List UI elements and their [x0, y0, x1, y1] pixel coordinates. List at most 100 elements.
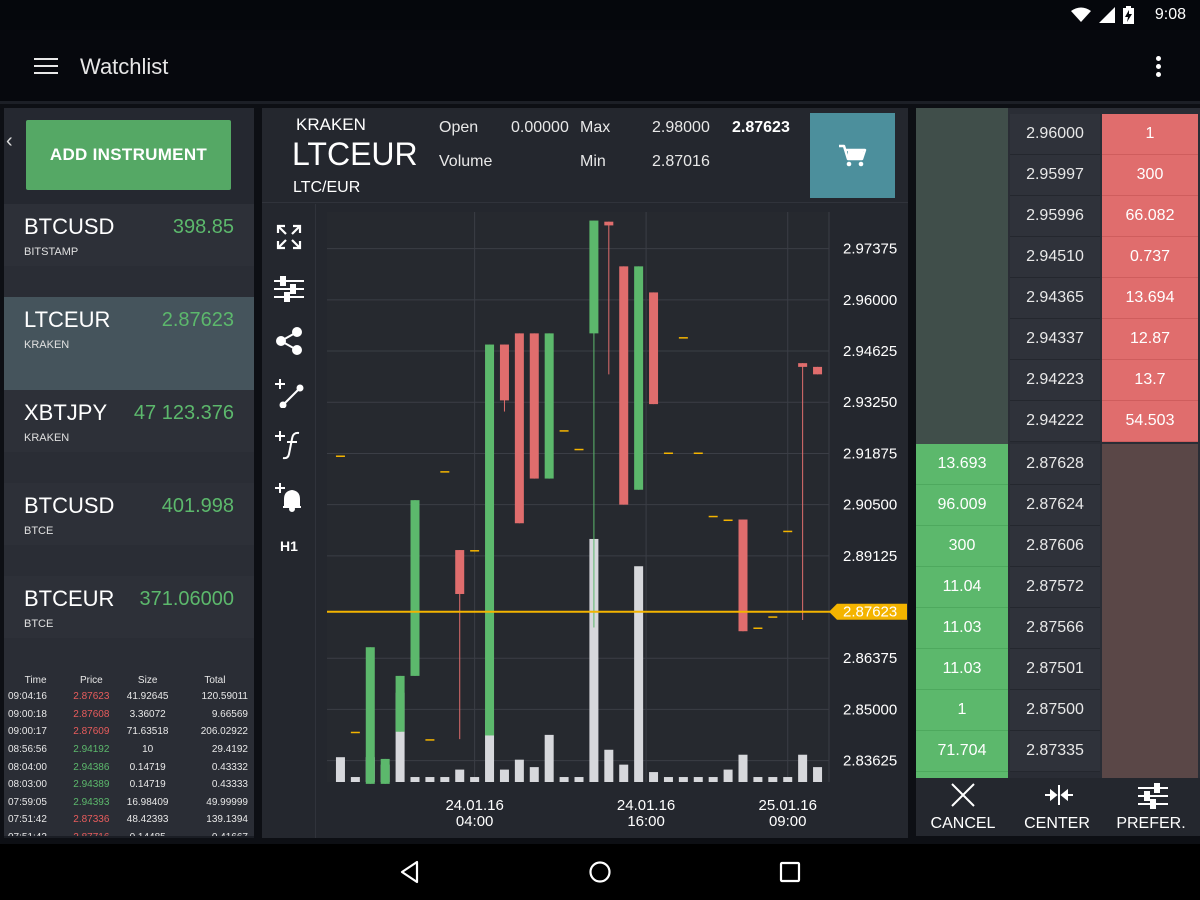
x-tick-date: 25.01.16	[759, 797, 817, 814]
ask-price[interactable]: 2.95997	[1010, 155, 1100, 196]
ask-price[interactable]: 2.94510	[1010, 237, 1100, 278]
trade-button[interactable]	[810, 113, 895, 198]
bid-price[interactable]: 2.87335	[1010, 731, 1100, 772]
share-icon[interactable]	[272, 324, 306, 358]
add-line-icon[interactable]	[272, 376, 306, 410]
candle-body	[499, 344, 509, 401]
trade-price: 2.87608	[73, 708, 110, 720]
ask-size[interactable]: 0.737	[1102, 237, 1198, 278]
overflow-menu-icon[interactable]	[1156, 56, 1164, 78]
ask-price[interactable]: 2.94222	[1010, 401, 1100, 442]
trade-time: 07:51:42	[6, 829, 65, 836]
candle-body	[813, 366, 823, 375]
trade-row: 07:51:42 2.87336 48.42393 139.1394	[6, 811, 252, 829]
fullscreen-icon[interactable]	[272, 220, 306, 254]
candle-body	[708, 515, 718, 518]
y-tick-label: 2.96000	[843, 292, 897, 309]
candle-body	[634, 266, 644, 490]
bid-size[interactable]: 13.693	[916, 444, 1008, 485]
watchlist-item[interactable]: BTCUSD BITSTAMP 398.85	[4, 204, 254, 266]
ask-price[interactable]: 2.96000	[1010, 114, 1100, 155]
bid-size[interactable]: 71.704	[916, 731, 1008, 772]
instrument-price: 2.87623	[161, 309, 234, 331]
watchlist-item-selected[interactable]: LTCEUR KRAKEN 2.87623	[4, 297, 254, 359]
bid-size[interactable]: 11.03	[916, 649, 1008, 690]
trade-row: 07:51:422.877160.144850.41667	[6, 829, 252, 836]
bid-price[interactable]: 2.87572	[1010, 567, 1100, 608]
bid-size[interactable]: 11.03	[916, 608, 1008, 649]
ask-price[interactable]: 2.95996	[1010, 196, 1100, 237]
instrument-price: 47 123.376	[133, 402, 234, 424]
add-instrument-button[interactable]: ADD INSTRUMENT	[26, 120, 231, 190]
candle-body	[753, 627, 763, 629]
bid-price[interactable]: 2.87566	[1010, 608, 1100, 649]
status-bar: 9:08	[0, 0, 1200, 30]
ask-price[interactable]: 2.94337	[1010, 319, 1100, 360]
ask-size[interactable]: 54.503	[1102, 401, 1198, 442]
max-label: Max	[580, 119, 611, 136]
candle-body	[485, 344, 495, 736]
timeframe-selector[interactable]: H1	[272, 529, 306, 563]
bid-price[interactable]: 2.87501	[1010, 649, 1100, 690]
ask-size[interactable]: 66.082	[1102, 196, 1198, 237]
candle-body	[365, 647, 375, 784]
candle-body	[783, 530, 793, 533]
volume-bar	[574, 777, 584, 782]
ask-size[interactable]: 13.7	[1102, 360, 1198, 401]
back-icon[interactable]	[398, 860, 422, 884]
bid-price[interactable]: 2.87500	[1010, 690, 1100, 731]
watchlist-item[interactable]: BTCEUR BTCE 371.06000	[4, 576, 254, 638]
cancel-button[interactable]: CANCEL	[916, 778, 1010, 836]
watchlist-item[interactable]: XBTJPY KRAKEN 47 123.376	[4, 390, 254, 452]
column-header-size: Size	[137, 674, 158, 686]
bid-price[interactable]: 2.87624	[1010, 485, 1100, 526]
volume-bar	[649, 772, 659, 782]
candle-body	[649, 292, 659, 405]
trade-total: 0.43333	[211, 779, 248, 791]
volume-bar	[470, 777, 480, 782]
trade-time: 08:56:56	[8, 744, 47, 756]
bid-size[interactable]: 1	[916, 690, 1008, 731]
center-button[interactable]: CENTER	[1010, 778, 1104, 836]
clock: 9:08	[1154, 6, 1186, 23]
last-price: 2.87623	[732, 119, 790, 136]
recents-icon[interactable]	[778, 860, 802, 884]
home-icon[interactable]	[588, 860, 612, 884]
ask-depth-empty	[1102, 444, 1198, 780]
instrument-symbol: XBTJPY	[24, 400, 108, 425]
trade-size: 48.42393	[126, 814, 169, 826]
trade-total: 49.99999	[206, 796, 248, 808]
preferences-button[interactable]: PREFER.	[1104, 778, 1198, 836]
ask-price[interactable]: 2.94223	[1010, 360, 1100, 401]
volume-bar	[738, 754, 748, 782]
add-alert-icon[interactable]	[272, 480, 306, 514]
header-pair: LTC/EUR	[293, 179, 361, 196]
bid-size[interactable]: 11.04	[916, 567, 1008, 608]
candle-body	[544, 333, 554, 479]
price-chart[interactable]: 24.01.16 04:00 24.01.16 16:00 25.01.16 09:00 2…	[317, 204, 908, 838]
ask-price[interactable]: 2.94365	[1010, 278, 1100, 319]
menu-icon[interactable]	[34, 58, 58, 76]
order-book: 2.96000 1 2.95997 300 2.95996 66.082 2.94510 0.…	[916, 108, 1200, 780]
ask-size[interactable]: 1	[1102, 114, 1198, 155]
watchlist-item[interactable]: BTCUSD BTCE 401.998	[4, 483, 254, 545]
trade-row: 08:03:00 2.94389 0.14719 0.43333	[6, 776, 252, 794]
y-tick-label: 2.86375	[843, 650, 897, 667]
instrument-price: 398.85	[172, 216, 234, 238]
indicators-icon[interactable]	[272, 272, 306, 306]
trade-total: 0.43332	[211, 761, 248, 773]
bid-price[interactable]: 2.87628	[1010, 444, 1100, 485]
bid-price[interactable]: 2.87606	[1010, 526, 1100, 567]
cancel-label: CANCEL	[930, 815, 996, 832]
ask-size[interactable]: 13.694	[1102, 278, 1198, 319]
bid-size[interactable]: 96.009	[916, 485, 1008, 526]
bid-size[interactable]: 300	[916, 526, 1008, 567]
trade-total: 139.1394	[206, 814, 248, 826]
volume-bar	[529, 767, 539, 782]
add-function-icon[interactable]	[272, 428, 306, 462]
volume-bar	[663, 777, 673, 782]
collapse-chevron-icon[interactable]: ‹	[6, 130, 22, 152]
ask-size[interactable]: 12.87	[1102, 319, 1198, 360]
volume-bar	[678, 777, 688, 782]
ask-size[interactable]: 300	[1102, 155, 1198, 196]
